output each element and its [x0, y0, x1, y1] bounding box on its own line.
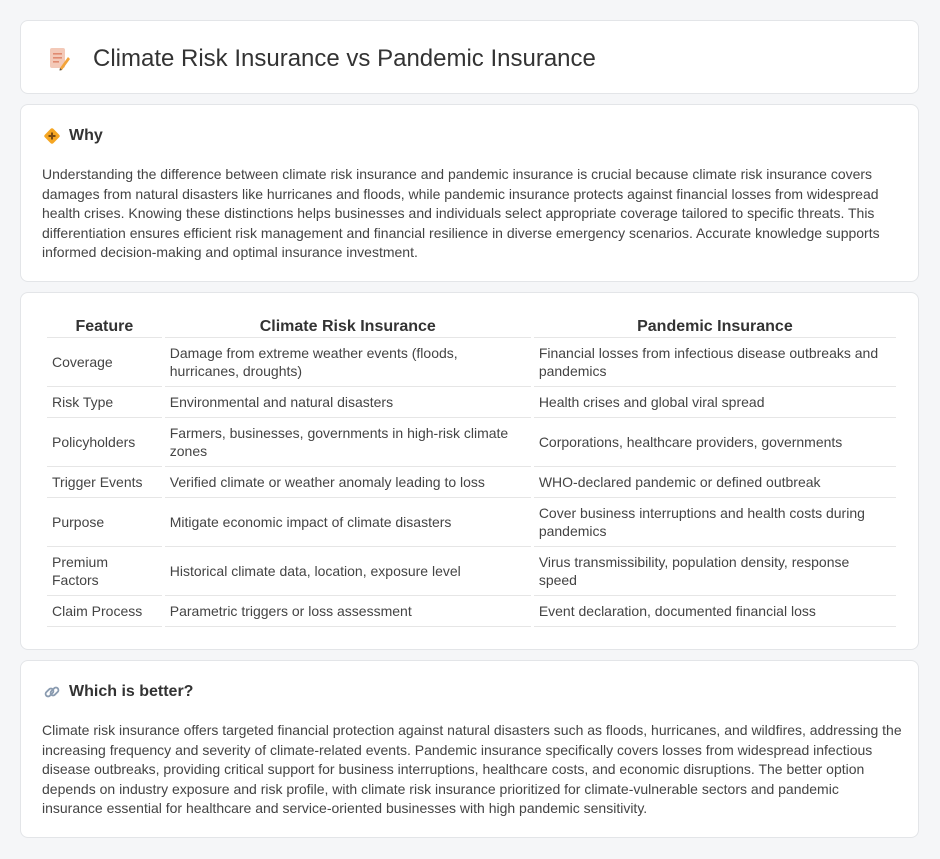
- row-pandemic-value: WHO-declared pandemic or defined outbrea…: [533, 467, 896, 498]
- link-icon: [43, 683, 61, 701]
- row-pandemic-value: Event declaration, documented financial …: [533, 596, 896, 627]
- table-row: Risk Type Environmental and natural disa…: [47, 387, 896, 418]
- table-row: Premium Factors Historical climate data,…: [47, 547, 896, 596]
- table-row: Policyholders Farmers, businesses, gover…: [47, 418, 896, 467]
- document-pen-icon: [47, 46, 71, 72]
- table-row: Purpose Mitigate economic impact of clim…: [47, 498, 896, 547]
- row-feature: Coverage: [47, 338, 162, 387]
- header-climate-risk-insurance: Climate Risk Insurance: [164, 316, 531, 338]
- row-feature: Claim Process: [47, 596, 162, 627]
- table-row: Claim Process Parametric triggers or los…: [47, 596, 896, 627]
- row-climate-value: Verified climate or weather anomaly lead…: [164, 467, 531, 498]
- which-is-better-text: Climate risk insurance offers targeted f…: [42, 722, 902, 817]
- page-title: Climate Risk Insurance vs Pandemic Insur…: [93, 45, 596, 72]
- row-pandemic-value: Corporations, healthcare providers, gove…: [533, 418, 896, 467]
- header-pandemic-insurance: Pandemic Insurance: [533, 316, 896, 338]
- row-climate-value: Historical climate data, location, expos…: [164, 547, 531, 596]
- row-pandemic-value: Financial losses from infectious disease…: [533, 338, 896, 387]
- row-pandemic-value: Virus transmissibility, population densi…: [533, 547, 896, 596]
- row-climate-value: Mitigate economic impact of climate disa…: [164, 498, 531, 547]
- table-row: Trigger Events Verified climate or weath…: [47, 467, 896, 498]
- row-feature: Purpose: [47, 498, 162, 547]
- diamond-warning-icon: [43, 127, 61, 145]
- row-climate-value: Parametric triggers or loss assessment: [164, 596, 531, 627]
- row-climate-value: Environmental and natural disasters: [164, 387, 531, 418]
- row-feature: Trigger Events: [47, 467, 162, 498]
- why-heading: Why: [69, 127, 103, 144]
- why-text: Understanding the difference between cli…: [42, 166, 880, 261]
- row-pandemic-value: Health crises and global viral spread: [533, 387, 896, 418]
- row-climate-value: Damage from extreme weather events (floo…: [164, 338, 531, 387]
- comparison-table: Feature Climate Risk Insurance Pandemic …: [44, 316, 899, 627]
- header-feature: Feature: [47, 316, 162, 338]
- row-pandemic-value: Cover business interruptions and health …: [533, 498, 896, 547]
- row-feature: Premium Factors: [47, 547, 162, 596]
- table-header-row: Feature Climate Risk Insurance Pandemic …: [47, 316, 896, 338]
- table-row: Coverage Damage from extreme weather eve…: [47, 338, 896, 387]
- which-is-better-card: Which is better? Climate risk insurance …: [20, 660, 919, 838]
- why-card: Why Understanding the difference between…: [20, 104, 919, 282]
- row-feature: Risk Type: [47, 387, 162, 418]
- which-is-better-heading: Which is better?: [69, 683, 194, 700]
- comparison-table-card: Feature Climate Risk Insurance Pandemic …: [20, 292, 919, 650]
- title-card: Climate Risk Insurance vs Pandemic Insur…: [20, 20, 919, 94]
- row-feature: Policyholders: [47, 418, 162, 467]
- row-climate-value: Farmers, businesses, governments in high…: [164, 418, 531, 467]
